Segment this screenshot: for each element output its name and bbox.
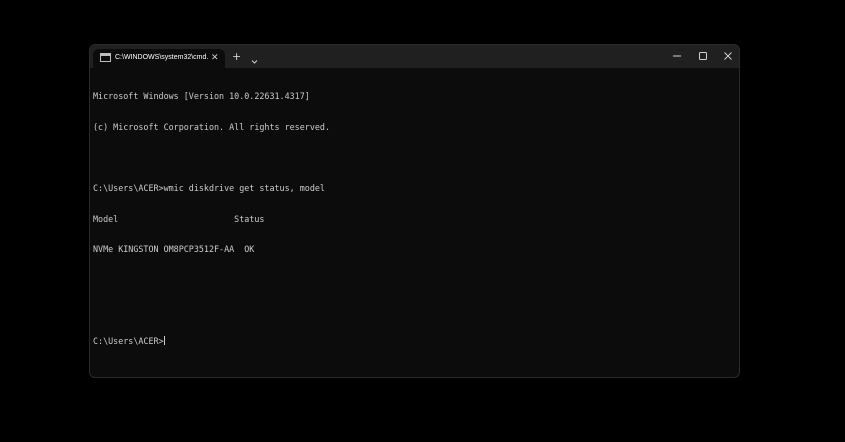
text-cursor	[163, 336, 165, 346]
maximize-button[interactable]	[692, 48, 714, 64]
chevron-down-icon[interactable]	[251, 52, 258, 64]
minimize-icon	[673, 55, 681, 57]
title-bar[interactable]: C:\WINDOWS\system32\cmd. ✕ +	[90, 45, 739, 68]
terminal-line: Model Status	[93, 213, 265, 224]
maximize-icon	[699, 52, 707, 60]
cmd-icon	[100, 53, 111, 62]
minimize-button[interactable]	[666, 48, 688, 64]
new-tab-button[interactable]: +	[232, 50, 241, 64]
terminal-line: NVMe KINGSTON OM8PCP3512F-AA OK	[93, 244, 255, 255]
terminal-output[interactable]: Microsoft Windows [Version 10.0.22631.43…	[93, 71, 733, 367]
tab-title: C:\WINDOWS\system32\cmd.	[115, 54, 209, 61]
terminal-window: C:\WINDOWS\system32\cmd. ✕ + Microsoft W…	[89, 44, 740, 378]
tab-close-button[interactable]: ✕	[211, 52, 219, 64]
close-button[interactable]	[717, 48, 739, 64]
tab-cmd[interactable]: C:\WINDOWS\system32\cmd. ✕	[93, 49, 225, 68]
prompt-text: C:\Users\ACER>	[93, 336, 164, 347]
terminal-line: Microsoft Windows [Version 10.0.22631.43…	[93, 91, 310, 102]
terminal-line: (c) Microsoft Corporation. All rights re…	[93, 122, 330, 132]
close-icon	[724, 52, 732, 60]
prompt-line[interactable]: C:\Users\ACER>	[93, 336, 733, 346]
terminal-line: C:\Users\ACER>wmic diskdrive get status,…	[93, 183, 325, 194]
